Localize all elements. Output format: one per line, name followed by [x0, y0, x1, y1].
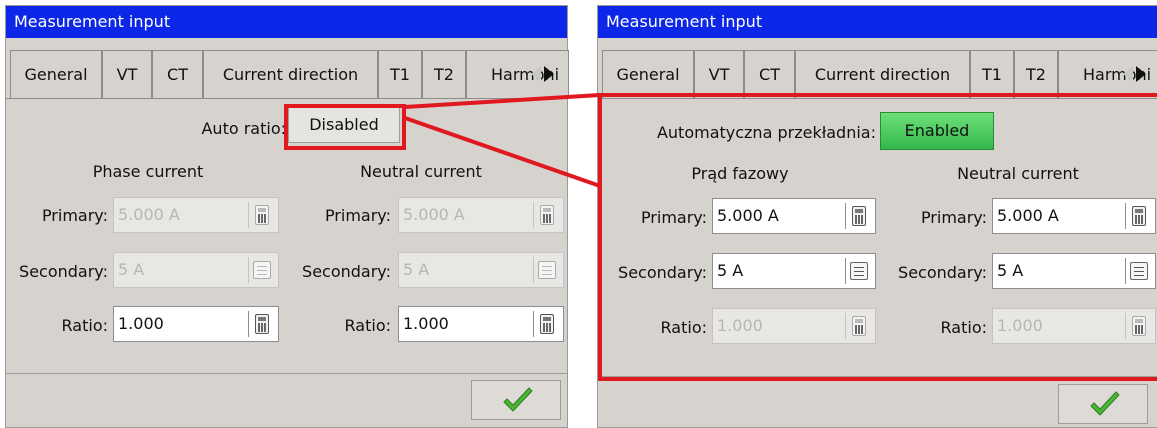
highlight-connector-lines — [404, 93, 601, 188]
